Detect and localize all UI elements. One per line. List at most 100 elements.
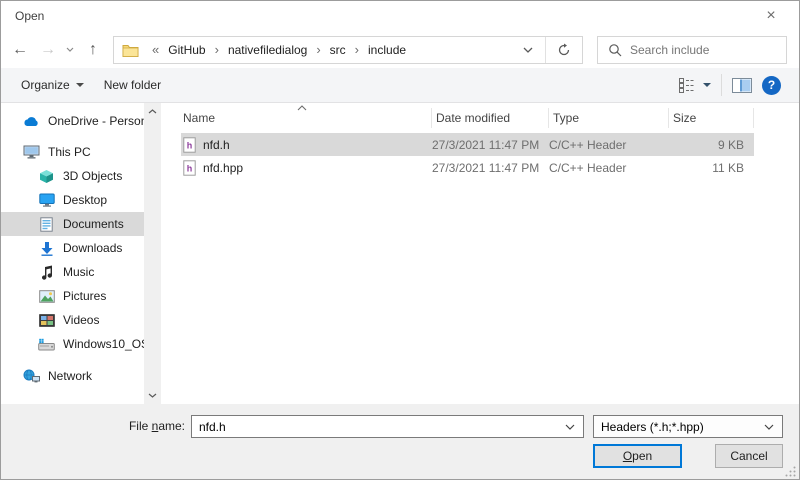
column-header-type[interactable]: Type — [549, 108, 669, 128]
scroll-up-button[interactable] — [144, 103, 161, 120]
file-type-dropdown-button[interactable] — [756, 424, 782, 430]
column-header-size[interactable]: Size — [669, 108, 754, 128]
breadcrumb-item-include[interactable]: include — [365, 43, 409, 57]
chevron-down-icon — [148, 393, 157, 398]
recent-locations-button[interactable] — [61, 36, 79, 64]
file-row-nfd-h[interactable]: h nfd.h 27/3/2021 11:47 PM C/C++ Header … — [181, 133, 754, 156]
onedrive-cloud-icon — [23, 115, 40, 127]
column-header-date-modified[interactable]: Date modified — [432, 108, 549, 128]
help-button[interactable]: ? — [762, 76, 781, 95]
breadcrumb-item-src[interactable]: src — [327, 43, 349, 57]
resize-grip[interactable] — [785, 466, 796, 477]
file-name-combobox[interactable] — [191, 415, 584, 438]
file-size: 9 KB — [669, 138, 754, 152]
sidebar-scrollbar[interactable] — [144, 103, 161, 404]
cancel-button[interactable]: Cancel — [715, 444, 783, 468]
close-icon: × — [766, 7, 775, 25]
downloads-icon — [40, 241, 54, 256]
navigation-bar: ← → ↑ « GitHub › nativefiledialog › src … — [1, 31, 799, 68]
breadcrumb-separator[interactable]: › — [310, 42, 326, 57]
organize-button[interactable]: Organize — [11, 72, 94, 98]
sidebar-item-label: Music — [63, 265, 94, 279]
file-name: nfd.h — [203, 138, 230, 152]
sidebar-item-documents[interactable]: Documents — [1, 212, 144, 236]
sidebar-item-downloads[interactable]: Downloads — [1, 236, 144, 260]
caret-down-icon — [703, 83, 711, 87]
3d-objects-icon — [39, 169, 54, 184]
sidebar-item-label: Windows10_OS (C:) — [63, 337, 144, 351]
breadcrumb-prefix: « — [146, 42, 165, 57]
sidebar-item-music[interactable]: Music — [1, 260, 144, 284]
breadcrumb-item-github[interactable]: GitHub — [165, 43, 208, 57]
sidebar-item-label: Documents — [63, 217, 124, 231]
sidebar-item-label: Videos — [63, 313, 99, 327]
sidebar-item-label: Desktop — [63, 193, 107, 207]
breadcrumb-separator[interactable]: › — [209, 42, 225, 57]
forward-arrow-icon: → — [40, 41, 56, 59]
preview-pane-button[interactable] — [732, 78, 752, 93]
sidebar-item-label: This PC — [48, 145, 91, 159]
open-dialog-window: Open × ← → ↑ « GitHub › nativefiledialog… — [0, 0, 800, 480]
open-button-label: Open — [623, 449, 652, 463]
cancel-button-label: Cancel — [730, 449, 767, 463]
svg-text:h: h — [187, 163, 193, 173]
file-type: C/C++ Header — [549, 138, 669, 152]
sidebar-item-3d-objects[interactable]: 3D Objects — [1, 164, 144, 188]
sidebar-item-videos[interactable]: Videos — [1, 308, 144, 332]
new-folder-button[interactable]: New folder — [94, 72, 171, 98]
file-row-nfd-hpp[interactable]: h nfd.hpp 27/3/2021 11:47 PM C/C++ Heade… — [181, 156, 754, 179]
sidebar-item-windows10-os[interactable]: Windows10_OS (C:) — [1, 332, 144, 356]
chevron-down-icon — [66, 47, 74, 52]
refresh-button[interactable] — [546, 37, 582, 63]
file-date-modified: 27/3/2021 11:47 PM — [432, 138, 549, 152]
scroll-down-button[interactable] — [144, 387, 161, 404]
up-button[interactable]: ↑ — [79, 36, 107, 64]
svg-text:h: h — [187, 140, 193, 150]
chevron-up-icon — [148, 109, 157, 114]
command-toolbar: Organize New folder — [1, 68, 799, 103]
dialog-footer: File name: Headers (*.h;*.hpp) Open Canc… — [1, 404, 799, 480]
documents-icon — [40, 217, 53, 232]
folder-icon — [122, 43, 139, 57]
sidebar-item-network[interactable]: Network — [1, 364, 144, 388]
back-button[interactable]: ← — [5, 36, 35, 64]
up-arrow-icon: ↑ — [89, 41, 97, 59]
details-view-icon — [679, 78, 696, 93]
column-header-name[interactable]: Name — [179, 108, 432, 128]
breadcrumb-item-nativefiledialog[interactable]: nativefiledialog — [225, 43, 310, 57]
change-view-button[interactable] — [679, 78, 711, 93]
new-folder-label: New folder — [104, 78, 161, 92]
file-type-value: Headers (*.h;*.hpp) — [594, 420, 756, 434]
drive-icon — [38, 338, 55, 351]
sidebar-item-desktop[interactable]: Desktop — [1, 188, 144, 212]
preview-pane-icon — [732, 78, 752, 93]
file-date-modified: 27/3/2021 11:47 PM — [432, 161, 549, 175]
search-box[interactable] — [597, 36, 787, 64]
refresh-icon — [557, 43, 571, 57]
search-input[interactable] — [630, 43, 760, 57]
breadcrumb-separator[interactable]: › — [349, 42, 365, 57]
navigation-pane: OneDrive - Personal This PC 3D Objec — [1, 103, 161, 404]
sidebar-item-onedrive[interactable]: OneDrive - Personal — [1, 109, 144, 133]
music-icon — [41, 265, 53, 280]
sidebar-item-pictures[interactable]: Pictures — [1, 284, 144, 308]
close-button[interactable]: × — [751, 1, 791, 31]
address-bar[interactable]: « GitHub › nativefiledialog › src › incl… — [113, 36, 583, 64]
column-headers: Name Date modified Type Size — [161, 103, 799, 133]
title-bar: Open × — [1, 1, 799, 31]
file-name-input[interactable] — [192, 420, 557, 434]
chevron-down-icon — [764, 424, 774, 430]
videos-icon — [39, 314, 55, 327]
organize-label: Organize — [21, 78, 70, 92]
open-button[interactable]: Open — [593, 444, 682, 468]
file-list: Name Date modified Type Size h nfd.h 27/… — [161, 103, 799, 404]
sidebar-item-this-pc[interactable]: This PC — [1, 140, 144, 164]
address-dropdown-button[interactable] — [511, 37, 545, 63]
sidebar-item-label: OneDrive - Personal — [48, 114, 144, 128]
forward-button[interactable]: → — [35, 36, 61, 64]
sidebar-item-label: Network — [48, 369, 92, 383]
main-area: OneDrive - Personal This PC 3D Objec — [1, 103, 799, 404]
file-name-dropdown-button[interactable] — [557, 424, 583, 430]
search-icon — [608, 43, 622, 57]
file-type-combobox[interactable]: Headers (*.h;*.hpp) — [593, 415, 783, 438]
